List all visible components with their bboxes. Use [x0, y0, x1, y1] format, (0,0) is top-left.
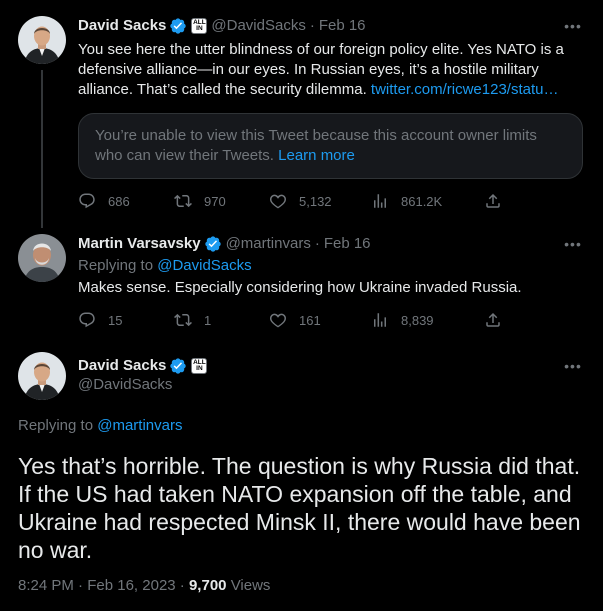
- unavailable-tweet-notice: You’re unable to view this Tweet because…: [78, 113, 583, 179]
- retweet-button[interactable]: 970: [174, 192, 269, 210]
- share-icon: [484, 192, 502, 210]
- views-count: 8,839: [401, 312, 434, 328]
- more-options-icon[interactable]: •••: [563, 16, 583, 36]
- tweet-david-sacks-focused: David Sacks ALL IN @DavidSacks ••• Replyi…: [0, 346, 603, 611]
- retweet-count: 1: [204, 312, 212, 328]
- views-count: 861.2K: [401, 193, 443, 209]
- reply-icon: [78, 311, 96, 329]
- more-options-icon[interactable]: •••: [563, 234, 583, 254]
- tweet-link[interactable]: twitter.com/ricwe123/statu…: [371, 81, 559, 98]
- more-options-icon[interactable]: •••: [563, 356, 583, 376]
- thread-connector: [41, 70, 43, 228]
- replying-to-handle[interactable]: @martinvars: [97, 417, 182, 434]
- affiliation-line-2: IN: [196, 365, 203, 372]
- separator-dot: ·: [309, 17, 315, 34]
- like-icon: [269, 192, 287, 210]
- replying-to: Replying to @martinvars: [18, 416, 182, 436]
- author-name[interactable]: Martin Varsavsky: [78, 234, 201, 254]
- author-handle[interactable]: @DavidSacks: [78, 375, 172, 395]
- verified-badge-icon[interactable]: [169, 357, 187, 375]
- tweet-date[interactable]: Feb 16: [319, 16, 366, 36]
- retweet-icon: [174, 311, 192, 329]
- separator-dot: ·: [78, 577, 84, 594]
- reply-count: 15: [108, 312, 123, 328]
- like-button[interactable]: 5,132: [269, 192, 371, 210]
- replying-label: Replying to: [18, 417, 94, 434]
- views-button[interactable]: 8,839: [371, 311, 484, 329]
- avatar-martin-varsavsky[interactable]: [18, 234, 66, 282]
- retweet-count: 970: [204, 193, 226, 209]
- reply-button[interactable]: 686: [78, 192, 174, 210]
- replying-label: Replying to: [78, 257, 154, 274]
- author-name[interactable]: David Sacks: [78, 16, 166, 36]
- views-total: 9,700: [188, 577, 227, 594]
- author-handle[interactable]: @martinvars: [226, 234, 311, 254]
- tweet-text: Makes sense. Especially considering how …: [78, 279, 522, 296]
- replying-to: Replying to @DavidSacks: [78, 256, 252, 276]
- author-name[interactable]: David Sacks: [78, 356, 166, 376]
- author-handle[interactable]: @DavidSacks: [211, 16, 305, 36]
- affiliation-badge-icon[interactable]: ALL IN: [191, 18, 208, 34]
- reply-icon: [78, 192, 96, 210]
- tweet-actions: 15 1 161 8,839: [78, 311, 518, 329]
- like-count: 161: [299, 312, 321, 328]
- replying-to-handle[interactable]: @DavidSacks: [157, 257, 251, 274]
- retweet-icon: [174, 192, 192, 210]
- separator-dot: ·: [179, 577, 185, 594]
- retweet-button[interactable]: 1: [174, 311, 269, 329]
- tweet-header: David Sacks ALL IN: [78, 356, 208, 376]
- views-icon: [371, 192, 389, 210]
- tweet-text: You see here the utter blindness of our …: [78, 40, 583, 100]
- views-icon: [371, 311, 389, 329]
- avatar-david-sacks[interactable]: [18, 16, 66, 64]
- share-icon: [484, 311, 502, 329]
- tweet-metadata: 8:24 PM · Feb 16, 2023 · 9,700 Views: [18, 576, 270, 596]
- reply-count: 686: [108, 193, 130, 209]
- avatar-david-sacks[interactable]: [18, 352, 66, 400]
- share-button[interactable]: [484, 192, 502, 210]
- views-label: Views: [230, 577, 271, 594]
- tweet-time[interactable]: 8:24 PM: [18, 577, 74, 594]
- affiliation-line-2: IN: [196, 25, 203, 32]
- tweet-full-date[interactable]: Feb 16, 2023: [87, 577, 175, 594]
- tweet-header: David Sacks ALL IN @DavidSacks · Feb 16: [78, 16, 366, 36]
- share-button[interactable]: [484, 311, 502, 329]
- reply-button[interactable]: 15: [78, 311, 174, 329]
- tweet-header: Martin Varsavsky @martinvars · Feb 16: [78, 234, 371, 254]
- views-button[interactable]: 861.2K: [371, 192, 484, 210]
- verified-badge-icon[interactable]: [169, 17, 187, 35]
- more-glyph: •••: [564, 358, 582, 374]
- affiliation-badge-icon[interactable]: ALL IN: [191, 358, 208, 374]
- tweet-text: Yes that’s horrible. The question is why…: [18, 453, 581, 563]
- like-button[interactable]: 161: [269, 311, 371, 329]
- separator-dot: ·: [314, 235, 320, 252]
- tweet-actions: 686 970 5,132 861.2K: [78, 192, 518, 210]
- tweet-david-sacks-1[interactable]: David Sacks ALL IN @DavidSacks · Feb 16 •…: [0, 0, 603, 228]
- tweet-martin-varsavsky[interactable]: Martin Varsavsky @martinvars · Feb 16 ••…: [0, 228, 603, 346]
- like-count: 5,132: [299, 193, 332, 209]
- tweet-date[interactable]: Feb 16: [324, 234, 371, 254]
- like-icon: [269, 311, 287, 329]
- learn-more-link[interactable]: Learn more: [278, 147, 355, 164]
- more-glyph: •••: [564, 236, 582, 252]
- more-glyph: •••: [564, 18, 582, 34]
- verified-badge-icon[interactable]: [204, 235, 222, 253]
